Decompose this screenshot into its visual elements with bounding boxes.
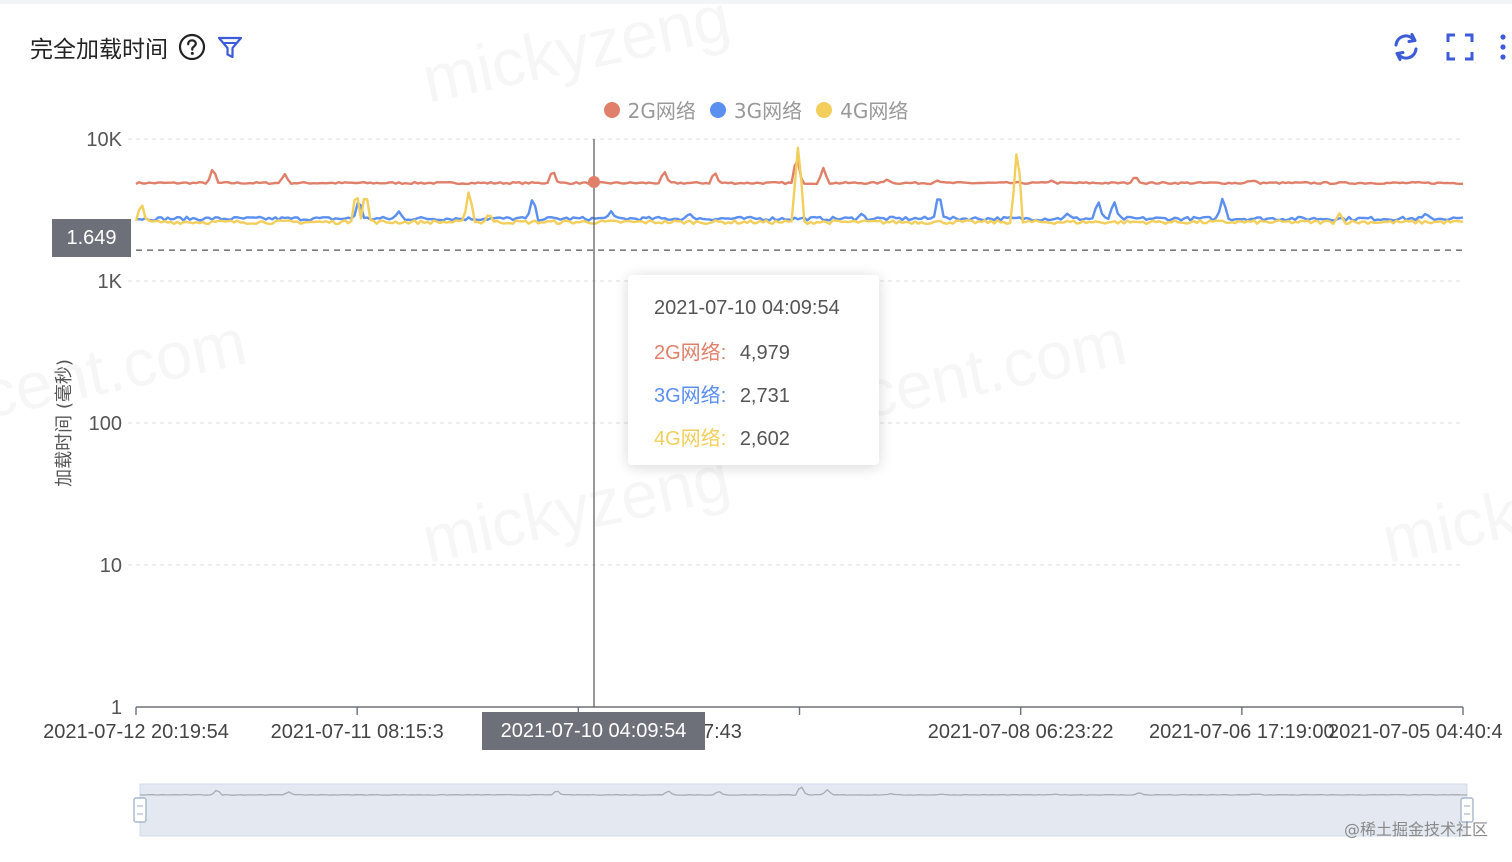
tooltip-name-2g: 2G网络 <box>654 342 721 364</box>
y-axis: 1 10 100 1K 10K 加载时间 (毫秒) <box>54 129 123 719</box>
data-zoom-slider[interactable] <box>133 783 1474 837</box>
tooltip-value-3g: 2,731 <box>739 385 790 407</box>
x-tick-label: 2021-07-12 20:19:54 <box>43 721 229 743</box>
x-tick-label: 7:43 <box>703 721 742 743</box>
x-tick-label: 2021-07-11 08:15:3 <box>271 721 444 743</box>
x-tick-label: 2021-07-06 17:19:00 <box>1149 721 1335 743</box>
x-pointer-label: 2021-07-10 04:09:54 <box>482 712 705 750</box>
tooltip-name-3g: 3G网络 <box>654 385 721 407</box>
y-tick-label: 1 <box>111 697 122 719</box>
tooltip-time: 2021-07-10 04:09:54 <box>654 297 840 319</box>
tooltip-value-4g: 2,602 <box>739 428 790 450</box>
zoom-track <box>139 783 1468 837</box>
y-tick-label: 1K <box>98 271 123 293</box>
tooltip-row-3g: 3G网络: 2,731 <box>654 385 790 407</box>
footer-attribution: @稀土掘金技术社区 <box>1343 820 1488 839</box>
zoom-handle-left <box>133 797 147 823</box>
series-line-4g <box>134 146 1464 226</box>
tooltip-value-2g: 4,979 <box>739 342 790 364</box>
tooltip-row-4g: 4G网络: 2,602 <box>654 428 790 450</box>
sample-point-2g <box>588 176 600 189</box>
chart-tooltip: 2021-07-10 04:09:54 2G网络: 4,979 3G网络: 2,… <box>628 275 879 465</box>
y-tick-label: 100 <box>89 413 122 435</box>
x-tick-label: 2021-07-08 06:23:22 <box>928 721 1114 743</box>
series-group <box>134 146 1464 226</box>
tooltip-row-2g: 2G网络: 4,979 <box>654 342 790 364</box>
y-pointer-label: 1.649 <box>52 219 131 257</box>
x-tick-label: 2021-07-05 04:40:4 <box>1328 721 1503 743</box>
x-axis: 2021-07-12 20:19:54 2021-07-11 08:15:3 202… <box>43 706 1503 743</box>
series-line-3g <box>136 197 1464 222</box>
y-tick-label: 10 <box>100 555 122 577</box>
chart-card: mickyzeng cent.com mickyzeng cent.com mi… <box>0 0 1512 862</box>
tooltip-name-4g: 4G网络 <box>654 428 721 450</box>
y-axis-title: 加载时间 (毫秒) <box>54 359 75 487</box>
y-tick-label: 10K <box>86 129 122 151</box>
